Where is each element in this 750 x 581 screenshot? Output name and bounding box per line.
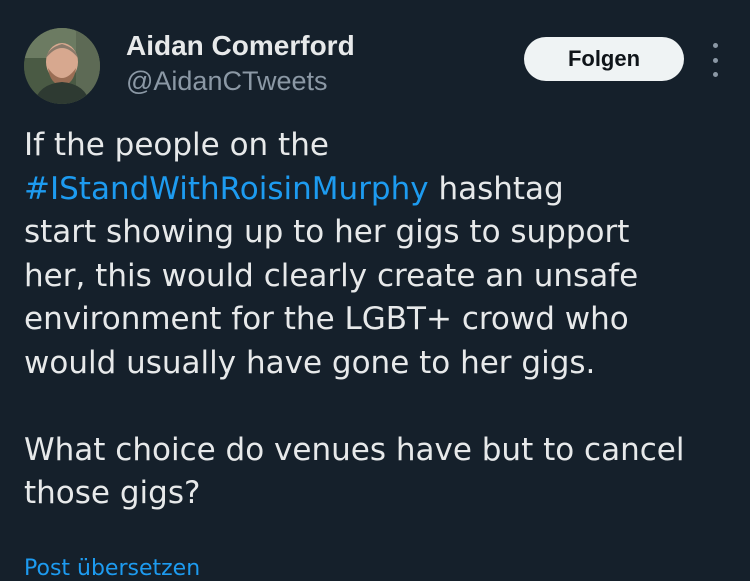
tweet-line: #IStandWithRoisinMurphy hashtag [24, 168, 736, 212]
tweet-line: If the people on the [24, 127, 329, 163]
tweet-line: would usually have gone to her gigs. [24, 344, 596, 381]
tweet-text: If the people on the #IStandWithRoisinMu… [24, 124, 736, 516]
more-options-icon[interactable] [704, 43, 726, 77]
tweet-line: What choice do venues have but to cancel [24, 431, 685, 468]
hashtag-link[interactable]: #IStandWithRoisinMurphy [24, 171, 429, 207]
tweet-card: Aidan Comerford @AidanCTweets Folgen If … [0, 0, 750, 581]
more-dot [712, 72, 718, 77]
tweet-text-fragment: hashtag [428, 170, 564, 207]
author-handle[interactable]: @AidanCTweets [126, 66, 328, 97]
follow-button[interactable]: Folgen [524, 37, 684, 81]
translate-link[interactable]: Post übersetzen [24, 556, 200, 581]
tweet-line: start showing up to her gigs to support [24, 214, 630, 250]
avatar-photo [24, 28, 100, 104]
tweet-line: those gigs? [24, 475, 201, 511]
more-dot [712, 43, 718, 48]
more-dot [712, 57, 718, 63]
avatar[interactable] [24, 28, 100, 104]
author-name[interactable]: Aidan Comerford [126, 30, 355, 62]
tweet-line: her, this would clearly create an unsafe [24, 257, 639, 294]
tweet-line: environment for the LGBT+ crowd who [24, 301, 629, 337]
